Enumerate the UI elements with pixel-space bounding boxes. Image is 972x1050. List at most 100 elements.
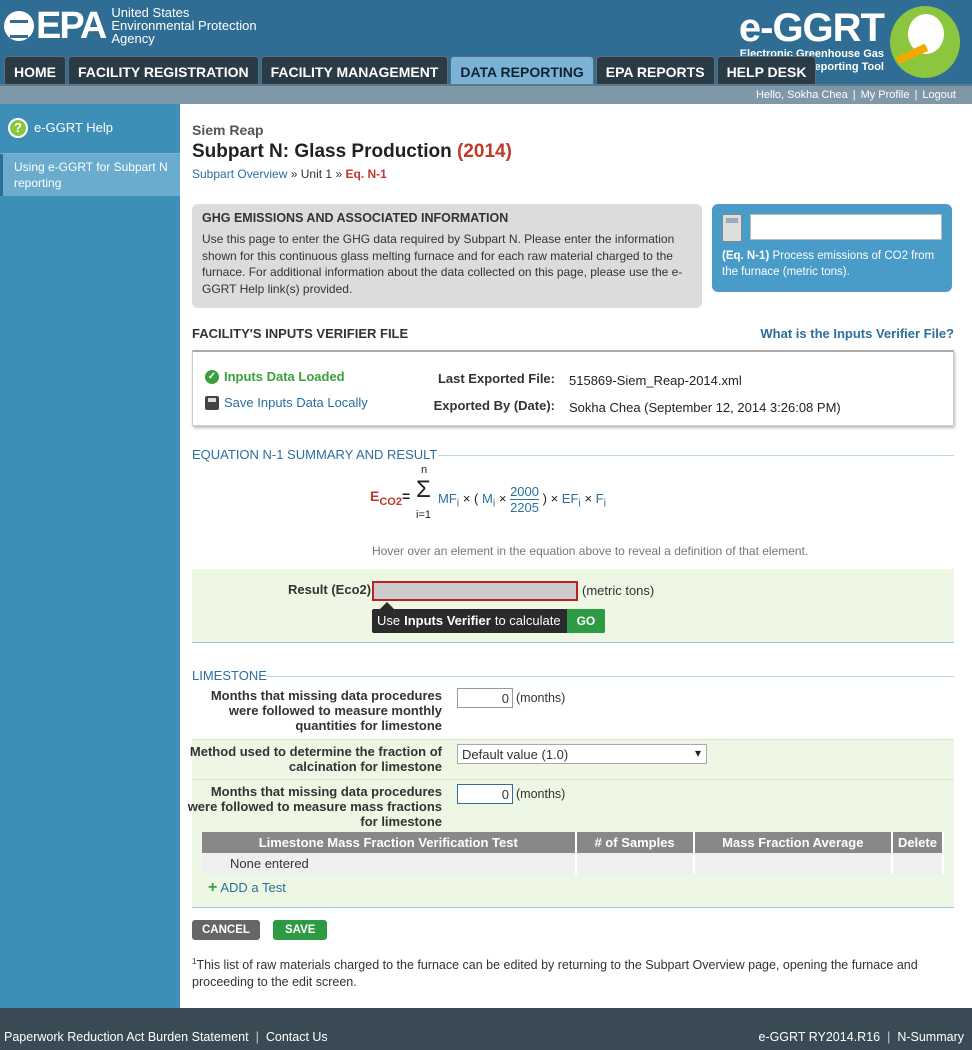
add-test-link[interactable]: + ADD a Test [208, 879, 286, 895]
calcination-method-select[interactable]: Default value (1.0) [457, 744, 707, 764]
main-content: Siem Reap Subpart N: Glass Production (2… [180, 104, 972, 1008]
missing-monthly-quantities-input[interactable]: 0 [457, 688, 513, 708]
eq-term-mf[interactable]: MFi [438, 491, 459, 510]
facility-name: Siem Reap [192, 122, 264, 138]
save-disk-icon [205, 395, 219, 410]
nav-tab-facility-management[interactable]: FACILITY MANAGEMENT [260, 56, 449, 84]
breadcrumb-subpart-overview[interactable]: Subpart Overview [192, 167, 287, 181]
paperwork-link[interactable]: Paperwork Reduction Act Burden Statement [4, 1030, 249, 1044]
eq-term-m[interactable]: Mi [482, 491, 495, 510]
eq-sum-lower: i=1 [416, 509, 431, 521]
equation-n1: ECO2= n Σ i=1 MFi × ( Mi × 2000 2205 ) × … [370, 464, 670, 528]
save-inputs-link[interactable]: Save Inputs Data Locally [205, 395, 368, 410]
limestone-row-1: Months that missing data procedures were… [192, 684, 954, 740]
page-id-label: N-Summary [897, 1030, 964, 1044]
verifier-section-heading: FACILITY'S INPUTS VERIFIER FILE [192, 326, 409, 341]
go-button[interactable]: GO [566, 609, 606, 633]
table-empty-cell: None entered [202, 853, 577, 874]
eq-equals: = [401, 488, 411, 504]
egret-logo-icon [890, 6, 960, 78]
eq-term-ef[interactable]: EFi [562, 491, 581, 510]
user-bar: Hello, Sokha Chea | My Profile | Logout [0, 84, 972, 104]
exported-by-label: Exported By (Date): [433, 398, 555, 413]
contact-us-link[interactable]: Contact Us [266, 1030, 328, 1044]
eq-term-eco2[interactable]: ECO2= [370, 488, 410, 508]
limestone-row-2: Method used to determine the fraction of… [190, 740, 954, 780]
site-header: EPA United States Environmental Protecti… [0, 0, 972, 84]
nav-tab-facility-registration[interactable]: FACILITY REGISTRATION [68, 56, 259, 84]
result-label: Result (Eco2) [288, 582, 372, 597]
tooltip-arrow [380, 602, 394, 609]
result-eco2-field[interactable] [372, 581, 578, 601]
sidebar-help-header[interactable]: ? e-GGRT Help [0, 104, 180, 154]
verify-bold: Inputs Verifier [404, 613, 491, 628]
calculator-input[interactable] [750, 214, 942, 240]
result-unit: (metric tons) [582, 583, 655, 598]
col-header-average: Mass Fraction Average [693, 832, 893, 853]
eq-f: F [595, 490, 604, 506]
sidebar-item-subpart-n-help[interactable]: Using e-GGRT for Subpart N reporting [0, 154, 180, 196]
inputs-loaded-label: Inputs Data Loaded [224, 369, 345, 384]
calcination-method-label: Method used to determine the fraction of… [189, 744, 442, 774]
months-unit: (months) [516, 787, 566, 801]
result-row: Result (Eco2) (metric tons) Use Inputs Ve… [192, 569, 954, 643]
calculator-description: (Eq. N-1) Process emissions of CO2 from … [722, 248, 948, 280]
section-divider [266, 676, 954, 677]
check-circle-icon: ✓ [205, 369, 219, 384]
breadcrumb-unit: Unit 1 [300, 167, 333, 181]
breadcrumb-separator: » [335, 167, 343, 181]
breadcrumb: Subpart Overview » Unit 1 » Eq. N-1 [192, 167, 387, 181]
inputs-loaded-status: ✓ Inputs Data Loaded [205, 369, 345, 384]
footnote-text: This list of raw materials charged to th… [192, 958, 918, 989]
col-header-test: Limestone Mass Fraction Verification Tes… [202, 832, 577, 853]
cancel-button[interactable]: CANCEL [192, 920, 260, 940]
logout-link[interactable]: Logout [922, 89, 956, 101]
last-exported-value: 515869-Siem_Reap-2014.xml [569, 373, 742, 388]
nav-tab-epa-reports[interactable]: EPA REPORTS [595, 56, 715, 84]
eq-lhs-sub: CO2 [379, 495, 402, 508]
help-question-icon: ? [8, 118, 28, 138]
verify-post: to calculate [494, 613, 561, 628]
limestone-row-3: Months that missing data procedures were… [188, 780, 954, 832]
equation-section-title: EQUATION N-1 SUMMARY AND RESULT [192, 447, 438, 462]
eq-times: × ( [462, 490, 479, 506]
my-profile-link[interactable]: My Profile [861, 89, 910, 101]
eq-times: ) × [542, 490, 559, 506]
section-divider [192, 642, 954, 643]
epa-logo[interactable]: EPA United States Environmental Protecti… [4, 6, 257, 45]
eq-times: × [584, 490, 593, 506]
breadcrumb-separator: » [290, 167, 298, 181]
main-nav: HOME FACILITY REGISTRATION FACILITY MANA… [4, 56, 818, 84]
months-unit: (months) [516, 691, 566, 705]
section-divider [192, 907, 954, 908]
eq-conversion-fraction[interactable]: 2000 2205 [510, 484, 539, 515]
nav-tab-help-desk[interactable]: HELP DESK [716, 56, 817, 84]
save-button[interactable]: SAVE [273, 920, 328, 940]
user-greeting: Hello, Sokha Chea [755, 89, 848, 101]
missing-monthly-quantities-label: Months that missing data procedures were… [210, 688, 442, 733]
nav-tab-home[interactable]: HOME [4, 56, 66, 84]
table-row: None entered [202, 853, 945, 874]
nav-tab-data-reporting[interactable]: DATA REPORTING [450, 56, 594, 84]
epa-sub-line: Agency [111, 31, 155, 46]
eq-frac-den: 2205 [510, 500, 539, 515]
footnote: 1This list of raw materials charged to t… [192, 954, 962, 990]
save-inputs-label: Save Inputs Data Locally [224, 395, 368, 410]
table-cell [891, 853, 945, 874]
eq-term-f[interactable]: Fi [595, 490, 606, 510]
section-divider [438, 455, 954, 456]
calc-eq-ref: (Eq. N-1) [722, 250, 770, 262]
col-header-delete: Delete [891, 832, 945, 853]
page-title-text: Subpart N: Glass Production [192, 141, 452, 162]
eq-sum-upper: n [421, 464, 428, 476]
epa-agency-name: United States Environmental Protection A… [111, 6, 256, 45]
epa-globe-icon [4, 10, 34, 41]
what-is-verifier-link[interactable]: What is the Inputs Verifier File? [760, 326, 954, 341]
exported-by-value: Sokha Chea (September 12, 2014 3:26:08 P… [569, 400, 841, 415]
add-test-label: ADD a Test [220, 880, 286, 895]
mass-fraction-table: Limestone Mass Fraction Verification Tes… [202, 832, 945, 874]
sidebar-help-label: e-GGRT Help [34, 120, 113, 135]
limestone-section-title: LIMESTONE [192, 668, 267, 683]
missing-mass-fractions-input[interactable]: 0 [457, 784, 513, 804]
col-header-samples: # of Samples [575, 832, 695, 853]
